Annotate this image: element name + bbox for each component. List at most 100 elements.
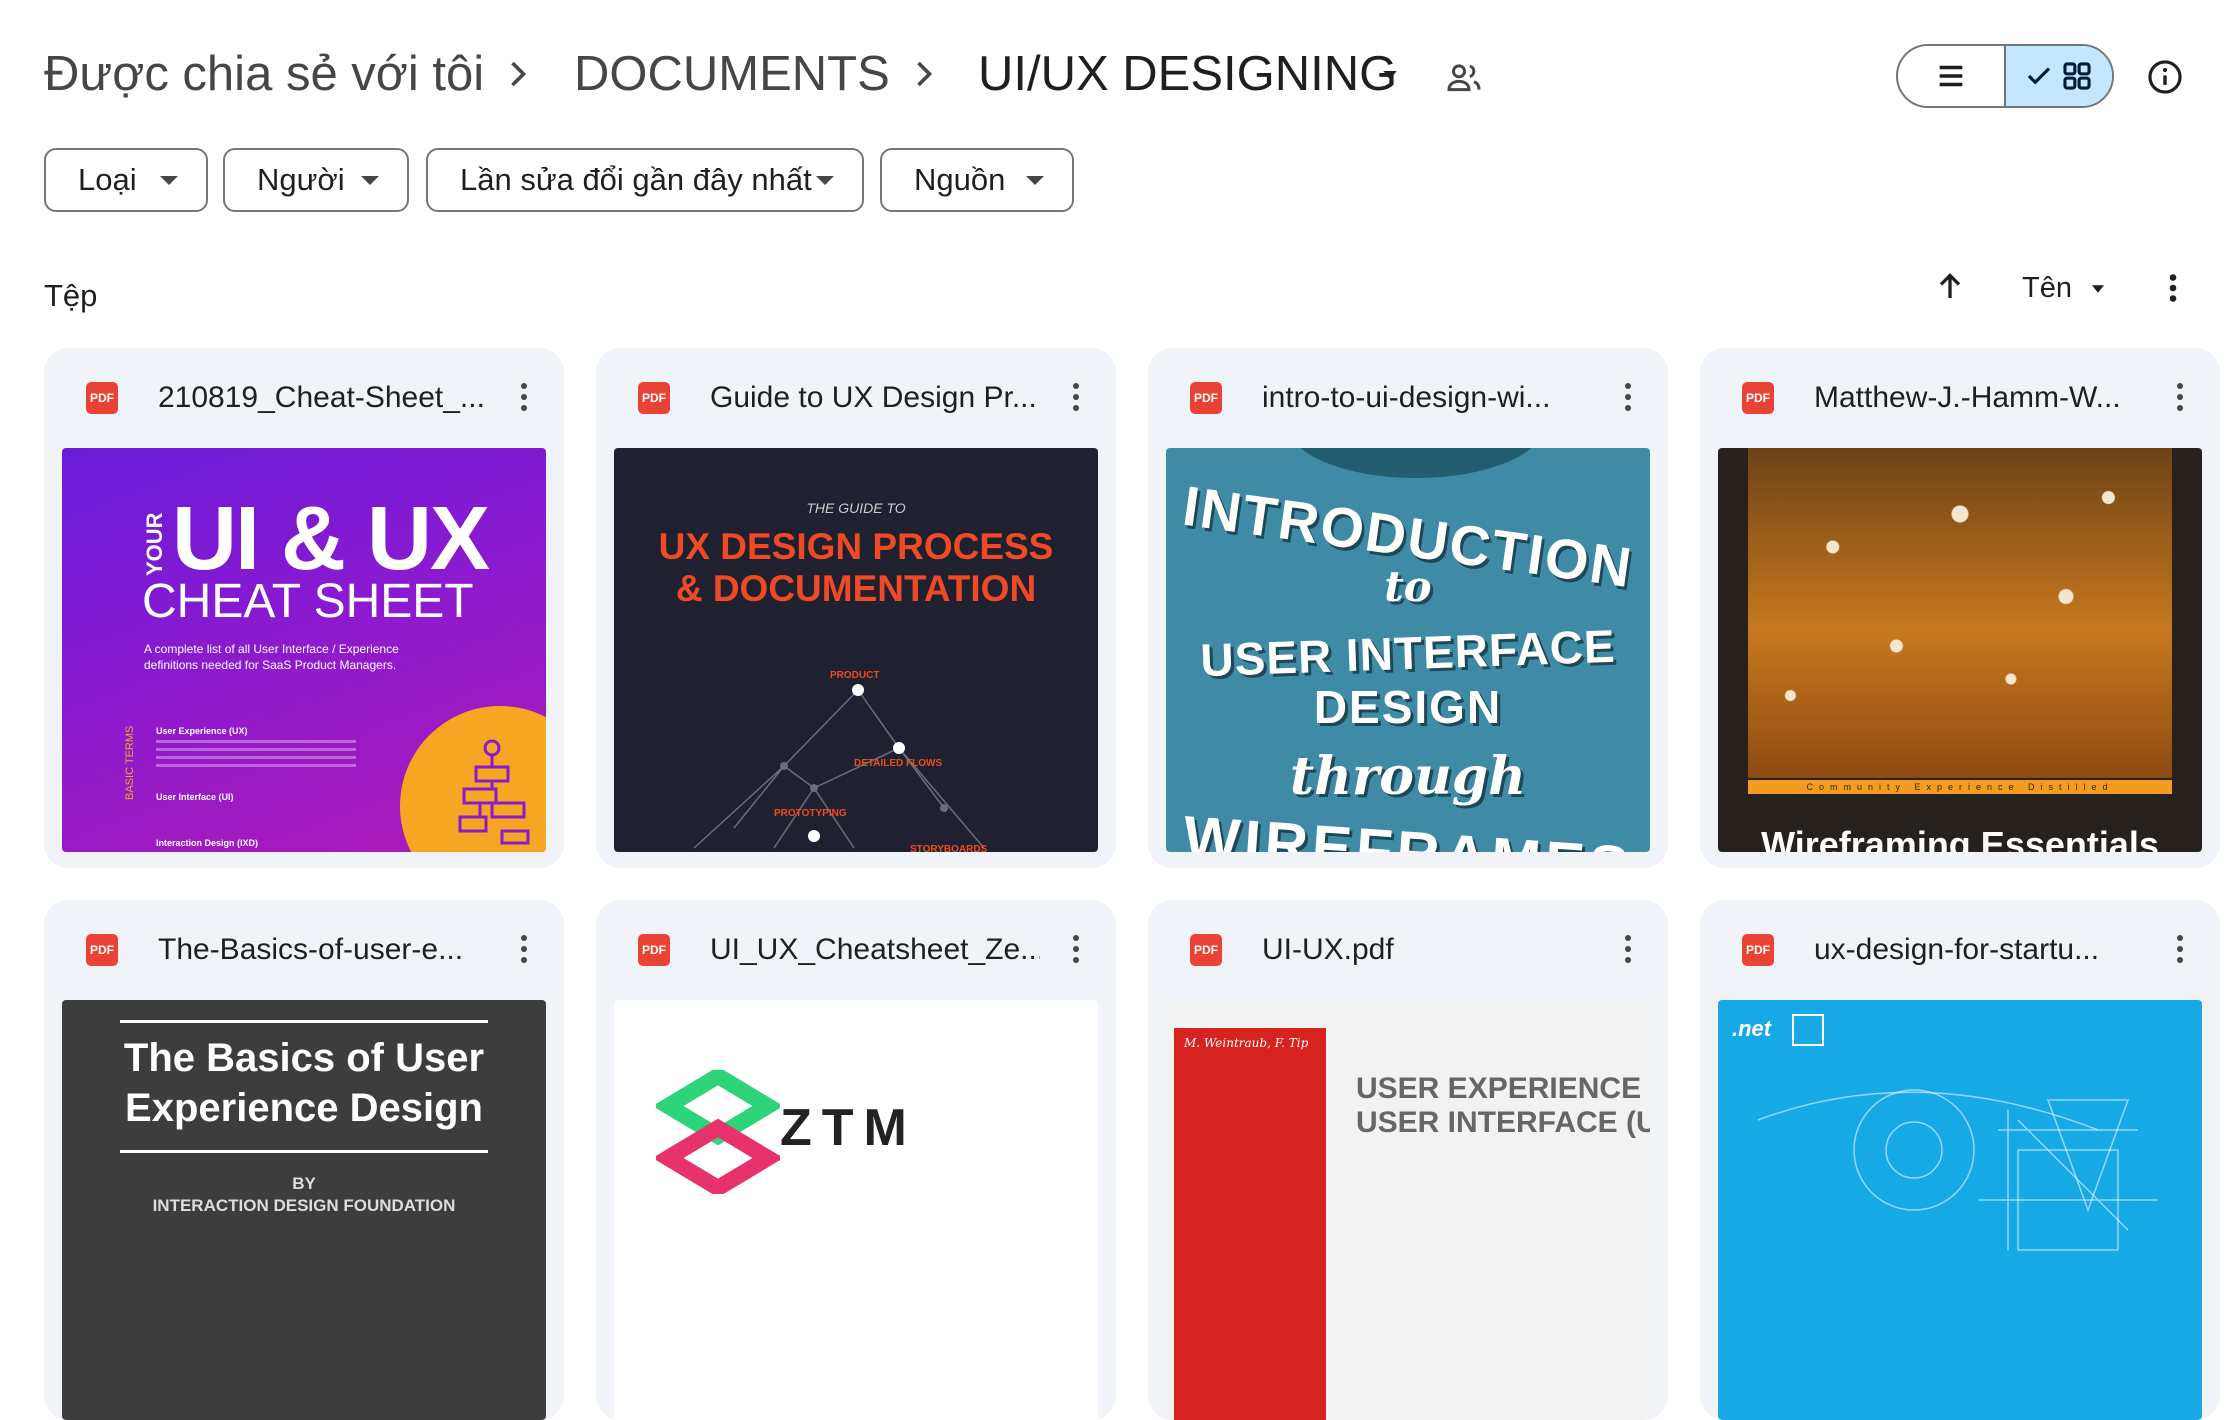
more-vert-icon[interactable] <box>1068 930 1084 970</box>
info-icon[interactable] <box>2146 58 2184 96</box>
folder-menu-caret-icon[interactable] <box>1376 66 1404 86</box>
sort-by-name-button[interactable]: Tên <box>2022 272 2110 305</box>
pdf-icon: PDF <box>1742 934 1774 966</box>
file-name: UI_UX_Cheatsheet_Ze... <box>710 933 1040 966</box>
thumb-text: User Experience (UX) <box>156 726 248 736</box>
list-icon <box>1939 65 1963 87</box>
thumb-text: through <box>1290 746 1526 807</box>
pdf-icon: PDF <box>638 934 670 966</box>
thumb-text: BY <box>292 1174 316 1193</box>
breadcrumb-current-folder[interactable]: UI/UX DESIGNING <box>978 44 1397 104</box>
thumb-text: INTERACTION DESIGN FOUNDATION <box>152 1196 456 1215</box>
file-name: The-Basics-of-user-e... <box>158 933 464 966</box>
file-name: ux-design-for-startu... <box>1814 933 2100 966</box>
network-graphic <box>693 684 985 849</box>
thumb-text: Community Experience Distilled <box>1748 780 2172 794</box>
thumb-text: USER INTERFACE (UI) <box>1356 1106 1650 1139</box>
pdf-icon: PDF <box>1742 382 1774 414</box>
thumb-text: The Basics of User <box>123 1036 485 1080</box>
file-name: UI-UX.pdf <box>1262 933 1394 966</box>
more-vert-icon[interactable] <box>1620 930 1636 970</box>
thumb-text: USER EXPERIENCE (U <box>1356 1072 1650 1105</box>
breadcrumb-shared-with-me[interactable]: Được chia sẻ với tôi <box>44 44 484 104</box>
filter-people[interactable]: Người <box>223 148 409 212</box>
filter-last-modified-label: Lần sửa đổi gần đây nhất <box>460 162 812 197</box>
thumb-text: PROTOTYPING <box>774 808 847 819</box>
pdf-icon: PDF <box>1190 934 1222 966</box>
filter-type[interactable]: Loại <box>44 148 208 212</box>
caret-down-icon <box>816 175 834 185</box>
thumb-text: USER INTERFACE <box>1199 619 1617 687</box>
thumb-text: to <box>1384 562 1432 611</box>
file-thumbnail: THE GUIDE TO UX DESIGN PROCESS & DOCUMEN… <box>614 448 1098 852</box>
filter-people-label: Người <box>257 162 345 197</box>
thumb-text: CHEAT SHEET <box>142 575 474 628</box>
file-card[interactable]: PDF ux-design-for-startu... .net <box>1700 900 2220 1420</box>
pdf-icon: PDF <box>1190 382 1222 414</box>
file-card[interactable]: PDF UI-UX.pdf M. Weintraub, F. Tip USER … <box>1148 900 1668 1420</box>
blueprint-graphic <box>1757 1089 2158 1251</box>
caret-down-icon <box>160 175 178 185</box>
list-view-button[interactable] <box>1898 46 2004 106</box>
thumb-photo <box>1748 448 2172 778</box>
thumb-red-block <box>1174 1028 1326 1420</box>
thumb-text: M. Weintraub, F. Tip <box>1184 1036 1309 1050</box>
file-name: intro-to-ui-design-wi... <box>1262 381 1551 414</box>
thumb-text: ZTM <box>780 1099 917 1157</box>
pdf-icon: PDF <box>86 382 118 414</box>
file-thumbnail: The Basics of User Experience Design BY … <box>62 1000 546 1420</box>
more-vert-icon[interactable] <box>516 930 532 970</box>
breadcrumb-documents[interactable]: DOCUMENTS <box>574 44 890 104</box>
thumb-text: YOUR <box>142 512 167 576</box>
thumb-text: DESIGN <box>1313 681 1503 733</box>
filter-type-label: Loại <box>78 162 137 197</box>
thumb-shape <box>1286 448 1546 478</box>
thumb-rule <box>120 1150 488 1153</box>
file-card[interactable]: PDF intro-to-ui-design-wi... INTRODUCTIO… <box>1148 348 1668 868</box>
more-vert-icon[interactable] <box>1068 378 1084 418</box>
arrow-up-icon[interactable] <box>1932 268 1968 304</box>
file-name: 210819_Cheat-Sheet_... <box>158 381 485 414</box>
file-card[interactable]: PDF The-Basics-of-user-e... The Basics o… <box>44 900 564 1420</box>
thumb-text: DETAILED FLOWS <box>854 758 943 769</box>
section-title-files: Tệp <box>44 278 98 313</box>
file-thumbnail: M. Weintraub, F. Tip USER EXPERIENCE (U … <box>1166 1000 1650 1420</box>
thumb-lines <box>156 740 356 743</box>
file-thumbnail: YOUR UI & UX CHEAT SHEET A complete list… <box>62 448 546 852</box>
file-card[interactable]: PDF Guide to UX Design Pr... THE GUIDE T… <box>596 348 1116 868</box>
file-thumbnail: Community Experience Distilled Wireframi… <box>1718 448 2202 852</box>
thumb-text: Interaction Design (IXD) <box>156 838 259 848</box>
file-thumbnail: ZTM <box>614 1000 1098 1420</box>
more-vert-icon[interactable] <box>516 378 532 418</box>
file-card[interactable]: PDF UI_UX_Cheatsheet_Ze... ZTM <box>596 900 1116 1420</box>
thumb-text: STORYBOARDS <box>910 844 988 852</box>
more-vert-icon[interactable] <box>1620 378 1636 418</box>
thumb-rule <box>120 1020 488 1023</box>
file-name: Matthew-J.-Hamm-W... <box>1814 381 2121 414</box>
filter-source[interactable]: Nguồn <box>880 148 1074 212</box>
flowchart-icon <box>458 739 530 845</box>
chevron-right-icon <box>511 61 527 87</box>
thumb-text: A complete list of all User Interface / … <box>144 642 399 656</box>
file-thumbnail: .net <box>1718 1000 2202 1420</box>
sort-label: Tên <box>2022 272 2072 304</box>
chevron-right-icon <box>917 61 933 87</box>
view-toggle <box>1896 44 2114 108</box>
caret-down-icon <box>2092 285 2105 294</box>
thumb-text: User Interface (UI) <box>156 792 234 802</box>
file-name: Guide to UX Design Pr... <box>710 381 1037 414</box>
people-icon[interactable] <box>1444 58 1484 98</box>
more-vert-icon[interactable] <box>2172 930 2188 970</box>
file-thumbnail: INTRODUCTION to USER INTERFACE DESIGN th… <box>1166 448 1650 852</box>
pdf-icon: PDF <box>638 382 670 414</box>
thumb-text: Wireframing Essentials <box>1761 824 2159 852</box>
filter-last-modified[interactable]: Lần sửa đổi gần đây nhất <box>426 148 864 212</box>
thumb-text: Experience Design <box>125 1086 483 1130</box>
ztm-logo-icon <box>656 1070 780 1194</box>
more-vert-icon[interactable] <box>2172 378 2188 418</box>
grid-view-button[interactable] <box>2004 46 2112 106</box>
more-vert-icon[interactable] <box>2160 270 2186 306</box>
file-card[interactable]: PDF Matthew-J.-Hamm-W... Community Exper… <box>1700 348 2220 868</box>
file-card[interactable]: PDF 210819_Cheat-Sheet_... YOUR UI & UX … <box>44 348 564 868</box>
thumb-text: PRODUCT <box>830 670 880 681</box>
